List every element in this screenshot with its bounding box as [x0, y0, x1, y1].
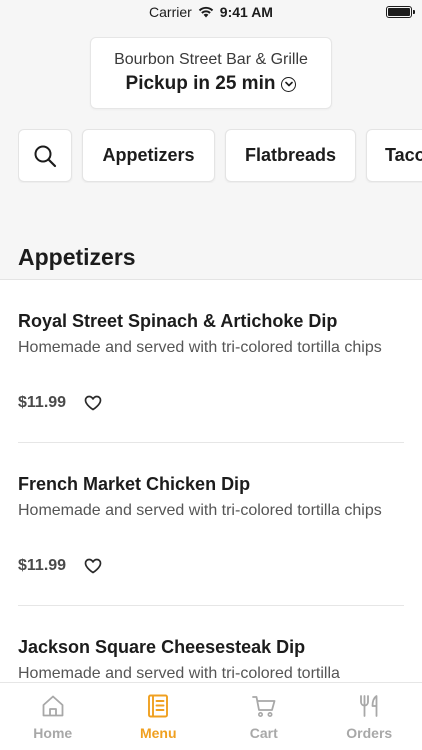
- chevron-down-icon: [281, 76, 297, 92]
- item-footer: $11.99: [18, 557, 404, 575]
- pickup-time: Pickup in 25 min: [125, 73, 276, 94]
- tab-home[interactable]: Home: [0, 683, 106, 750]
- category-chips: Appetizers Flatbreads Tacos: [18, 129, 422, 183]
- home-icon: [42, 695, 64, 717]
- tab-label: Menu: [139, 725, 177, 741]
- item-description: Homemade and served with tri-colored tor…: [18, 665, 340, 682]
- menu-book-icon: [148, 694, 169, 718]
- heart-icon[interactable]: [84, 558, 102, 574]
- tab-menu[interactable]: Menu: [106, 683, 212, 750]
- item-footer: $11.99: [18, 394, 404, 412]
- heart-icon[interactable]: [84, 395, 102, 411]
- store-name: Bourbon Street Bar & Grille: [114, 51, 308, 68]
- tab-label: Orders: [346, 725, 393, 741]
- menu-item[interactable]: Royal Street Spinach & Artichoke Dip Hom…: [0, 280, 422, 443]
- tab-label: Cart: [249, 725, 278, 741]
- item-name: French Market Chicken Dip: [18, 474, 251, 494]
- menu-list: Royal Street Spinach & Artichoke Dip Hom…: [0, 280, 422, 682]
- wifi-icon: [198, 6, 213, 18]
- section-title: Appetizers: [18, 244, 136, 270]
- status-bar: Carrier 9:41 AM: [0, 0, 422, 24]
- item-name: Royal Street Spinach & Artichoke Dip: [18, 311, 338, 331]
- item-description: Homemade and served with tri-colored tor…: [18, 502, 382, 519]
- pickup-row: Pickup in 25 min: [126, 73, 297, 95]
- menu-item[interactable]: French Market Chicken Dip Homemade and s…: [0, 443, 422, 606]
- tab-cart[interactable]: Cart: [211, 683, 317, 750]
- tab-label: Home: [33, 725, 73, 741]
- fork-knife-icon: [360, 695, 378, 717]
- item-description: Homemade and served with tri-colored tor…: [18, 339, 382, 356]
- tab-orders[interactable]: Orders: [317, 683, 422, 750]
- store-pickup-card[interactable]: Bourbon Street Bar & Grille Pickup in 25…: [90, 37, 332, 109]
- clock: 9:41 AM: [219, 4, 273, 20]
- section-header: Appetizers: [0, 236, 422, 280]
- category-chip-tacos[interactable]: Tacos: [366, 129, 422, 182]
- item-price: $11.99: [18, 557, 67, 574]
- tab-bar: Home Menu Cart Orders: [0, 682, 422, 750]
- item-price: $11.99: [18, 394, 67, 411]
- status-center: Carrier 9:41 AM: [149, 4, 273, 20]
- search-button[interactable]: [18, 129, 72, 182]
- carrier-label: Carrier: [149, 4, 192, 20]
- category-chip-flatbreads[interactable]: Flatbreads: [225, 129, 356, 182]
- item-name: Jackson Square Cheesesteak Dip: [18, 637, 306, 657]
- battery-icon: [386, 6, 415, 18]
- search-icon: [34, 145, 57, 167]
- cart-icon: [251, 696, 276, 717]
- menu-item[interactable]: Jackson Square Cheesesteak Dip Homemade …: [0, 606, 422, 682]
- category-chip-appetizers[interactable]: Appetizers: [82, 129, 215, 182]
